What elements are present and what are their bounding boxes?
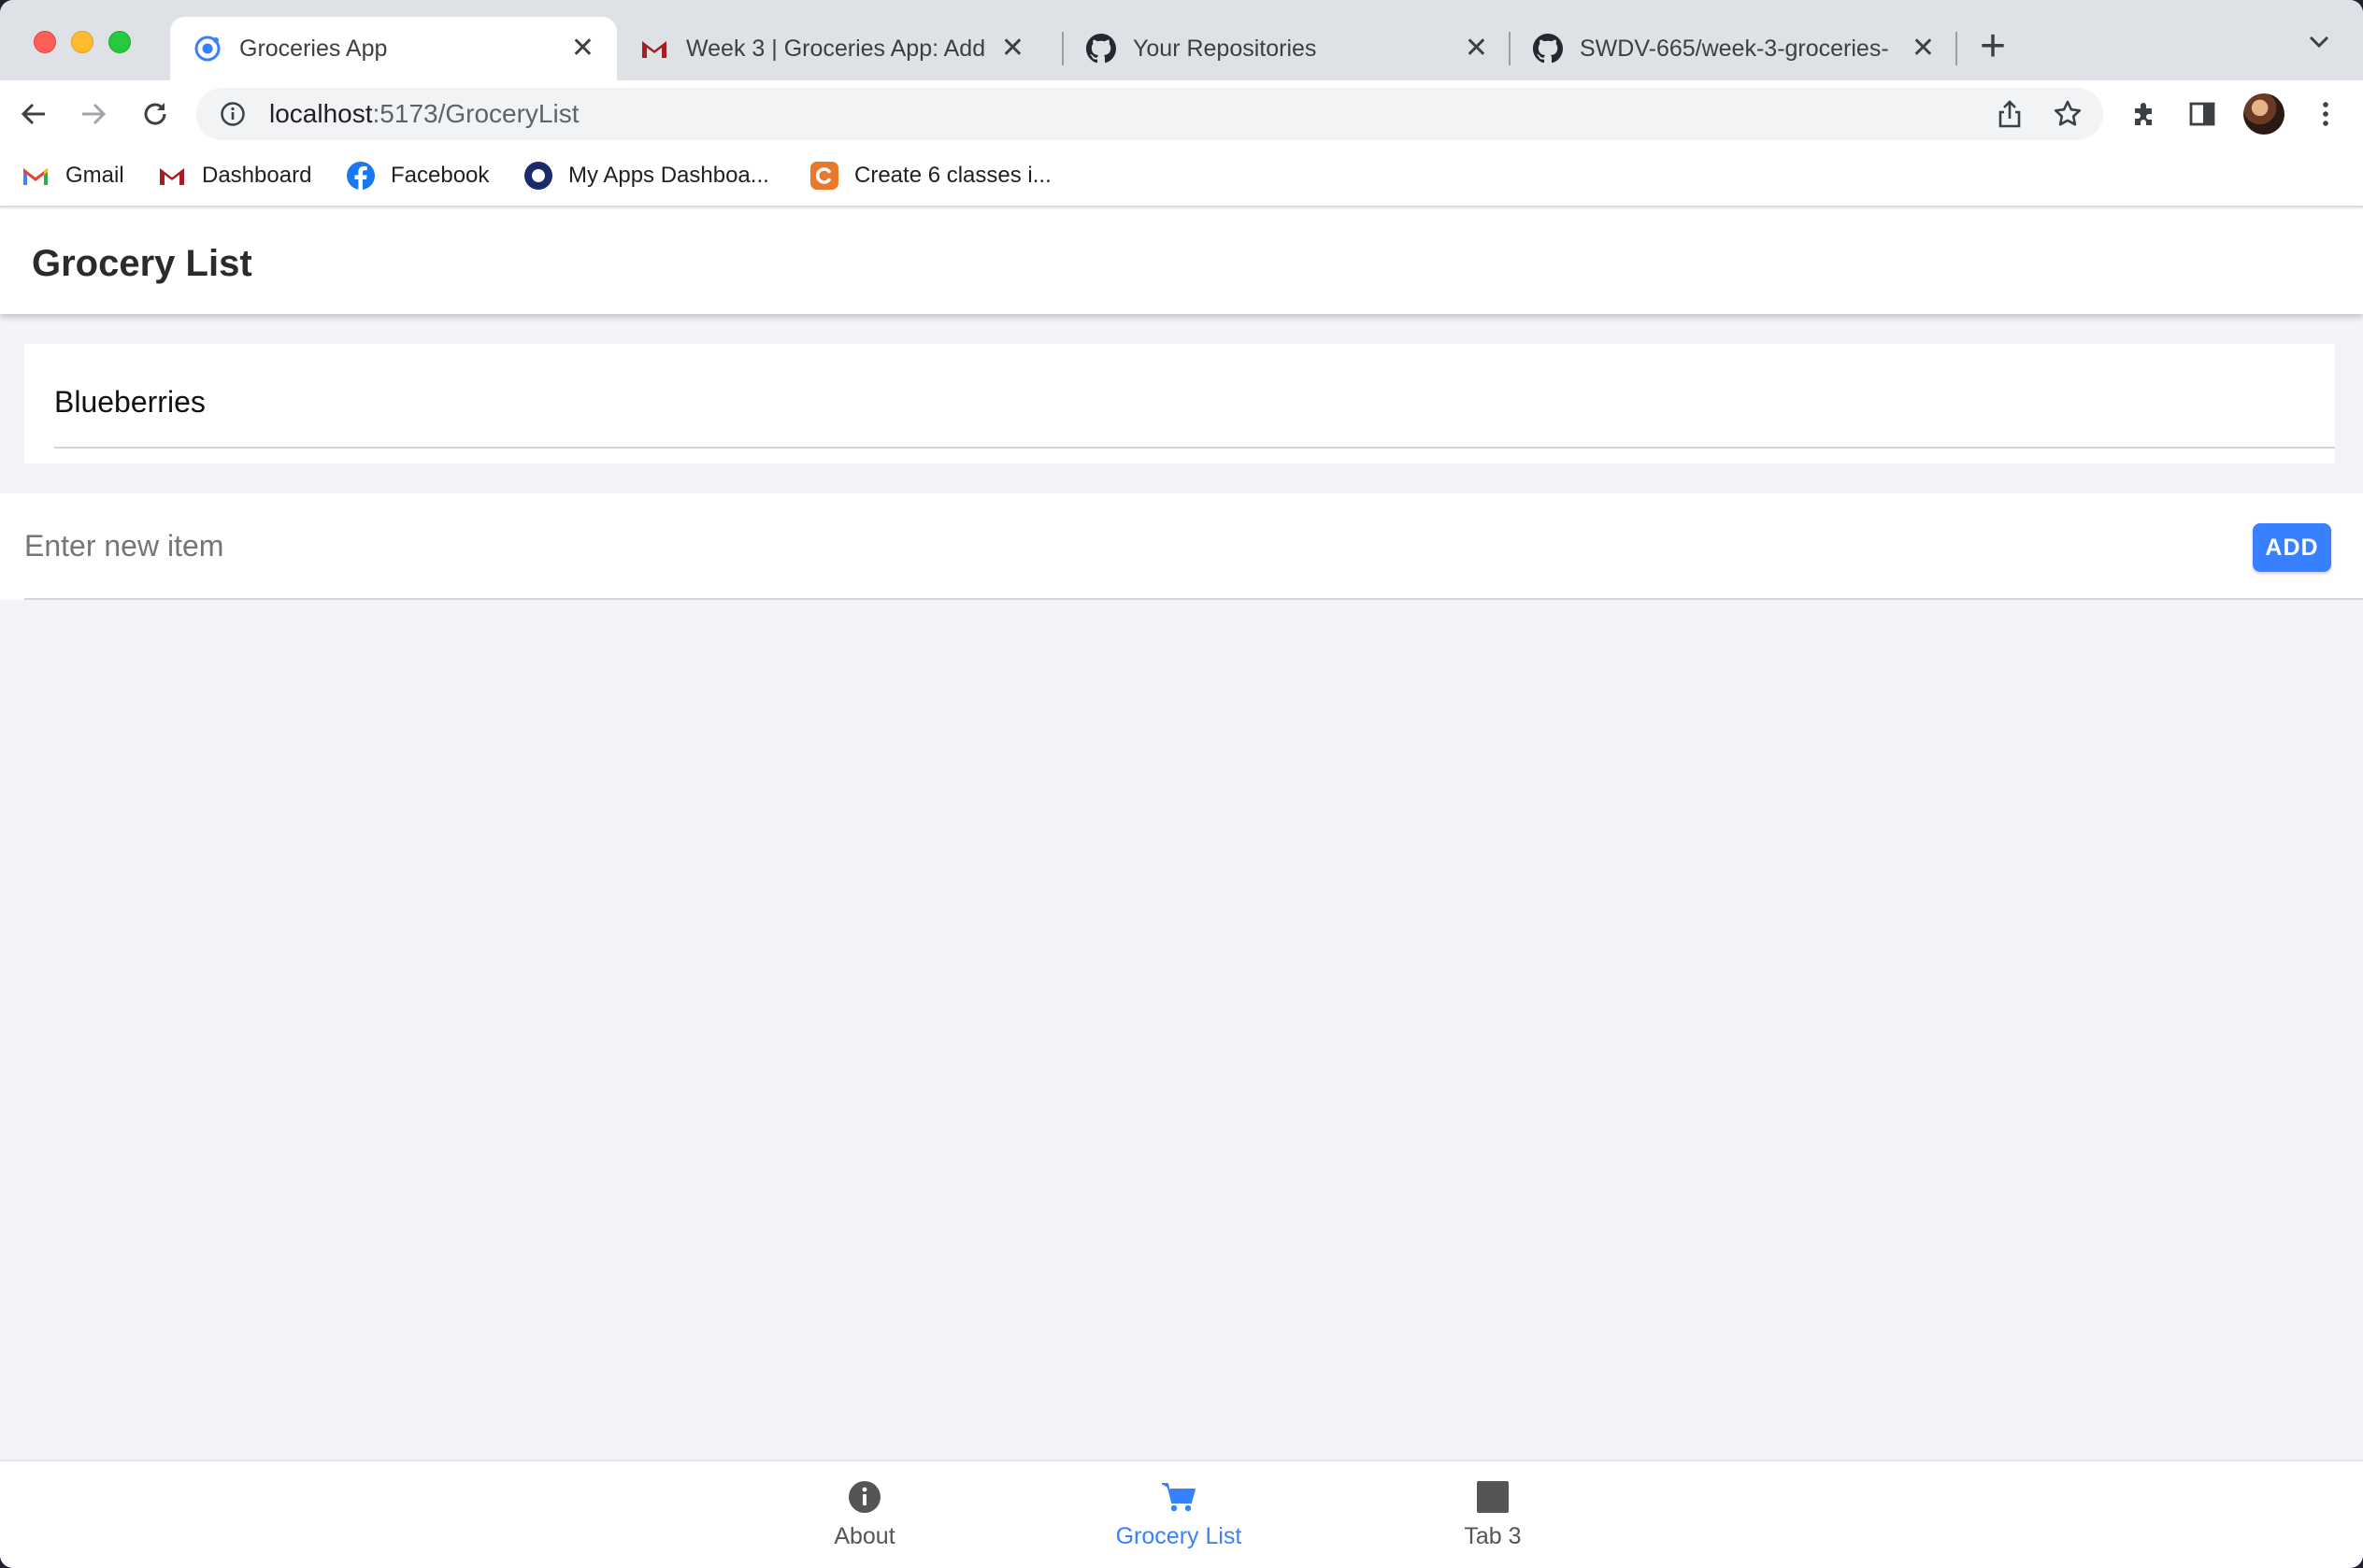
bookmark-star-button[interactable] [2051,97,2084,131]
profile-avatar[interactable] [2243,93,2284,135]
tab-label: Tab 3 [1464,1523,1522,1549]
bookmark-facebook[interactable]: Facebook [346,161,489,191]
tab-title: Groceries App [239,35,388,62]
reload-icon [144,103,166,125]
tab-swdv-665[interactable]: SWDV-665/week-3-groceries- ✕ [1511,17,1957,80]
github-icon [1086,34,1116,64]
cart-icon [1160,1478,1197,1516]
forward-button[interactable] [77,97,110,131]
bookmark-create-classes[interactable]: Create 6 classes i... [809,161,1052,191]
side-panel-button[interactable] [2185,97,2219,131]
tab-title: Week 3 | Groceries App: Addin [686,35,986,62]
square-icon [1474,1478,1511,1516]
back-button[interactable] [17,97,50,131]
gmail-icon [21,161,50,191]
bottom-tab-bar: About Grocery List Tab 3 [0,1460,2363,1568]
tab-label: Grocery List [1115,1523,1242,1549]
input-underline [24,598,2363,600]
tab-title: SWDV-665/week-3-groceries- [1580,35,1889,62]
info-icon[interactable] [217,98,249,130]
url-host: localhost [269,99,373,128]
new-item-row: ADD [0,493,2363,600]
tab-label: About [834,1523,895,1549]
tab-separator [1955,32,1957,65]
tab-your-repositories[interactable]: Your Repositories ✕ [1064,17,1511,80]
close-tab-icon[interactable]: ✕ [1912,35,1935,63]
zoom-window-button[interactable] [108,31,131,53]
new-tab-button[interactable]: + [1980,24,2006,69]
app-header: Grocery List [0,209,2363,314]
arrow-right-icon [82,103,107,125]
chevron-down-icon [2309,36,2329,49]
dashboard-m-icon [157,161,187,191]
page-title: Grocery List [32,243,252,284]
close-tab-icon[interactable]: ✕ [571,35,594,63]
facebook-icon [346,161,376,191]
address-bar[interactable]: localhost:5173/GroceryList [196,88,2103,140]
grocery-list: Blueberries [24,344,2335,463]
information-circle-icon [846,1478,883,1516]
bookmark-gmail[interactable]: Gmail [21,161,124,191]
bookmark-my-apps[interactable]: My Apps Dashboa... [523,161,769,191]
share-icon [1998,100,2021,128]
url-path: :5173/GroceryList [372,99,580,128]
tab-tab-3[interactable]: Tab 3 [1381,1478,1605,1550]
tab-strip: Groceries App ✕ Week 3 | Groceries App: … [0,0,2363,80]
okta-icon [523,161,553,191]
more-vertical-icon [2323,102,2328,126]
list-item[interactable]: Blueberries [54,385,206,420]
bookmark-label: Facebook [391,163,490,188]
star-icon [2054,100,2082,126]
share-button[interactable] [1993,97,2026,131]
puzzle-icon [2135,103,2152,125]
bookmarks-bar: Gmail Dashboard Facebook My Apps Dashboa… [0,148,2363,207]
tab-grocery-list[interactable]: Grocery List [1067,1478,1291,1550]
c-icon [809,161,839,191]
tab-groceries-app[interactable]: Groceries App ✕ [170,17,617,80]
bookmark-label: Gmail [65,163,124,188]
reload-button[interactable] [138,97,172,131]
ionic-icon [193,34,222,64]
close-window-button[interactable] [34,31,56,53]
bookmark-label: Create 6 classes i... [854,163,1052,188]
tab-search-button[interactable] [2307,32,2331,55]
github-icon [1533,34,1563,64]
close-tab-icon[interactable]: ✕ [1465,35,1488,63]
tab-week-3[interactable]: Week 3 | Groceries App: Addin ✕ [617,17,1047,80]
close-tab-icon[interactable]: ✕ [1001,35,1024,63]
extensions-button[interactable] [2127,97,2161,131]
bookmark-dashboard[interactable]: Dashboard [157,161,311,191]
gmail-m-icon [639,34,669,64]
tab-title: Your Repositories [1133,35,1317,62]
tab-about[interactable]: About [752,1478,977,1550]
bookmark-label: My Apps Dashboa... [568,163,769,188]
browser-window: Groceries App ✕ Week 3 | Groceries App: … [0,0,2363,1568]
bookmark-label: Dashboard [202,163,312,188]
add-button[interactable]: ADD [2253,523,2331,572]
menu-button[interactable] [2309,97,2342,131]
minimize-window-button[interactable] [71,31,93,53]
url-text: localhost:5173/GroceryList [269,99,580,129]
new-item-input[interactable] [24,518,2174,574]
arrow-left-icon [21,103,45,125]
list-item-divider [54,447,2335,449]
side-panel-icon [2189,102,2215,126]
browser-toolbar: localhost:5173/GroceryList [0,80,2363,148]
